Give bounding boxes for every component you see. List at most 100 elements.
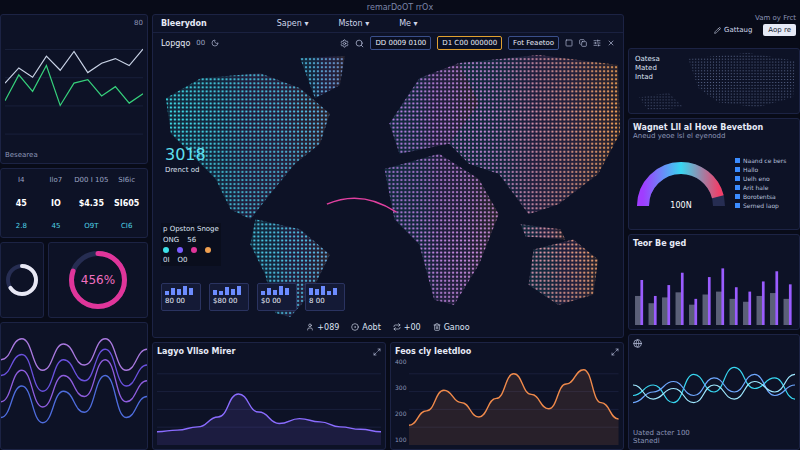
toolbar-field[interactable]: D1 C00 000000 bbox=[437, 36, 502, 50]
toolbar-field[interactable]: DD 0009 0100 bbox=[370, 36, 431, 50]
footer-item[interactable]: Aobt bbox=[351, 323, 380, 332]
line-chart bbox=[5, 27, 143, 151]
map-footer: +089 Aobt +00 Ganoo bbox=[153, 317, 623, 337]
wave-line bbox=[1, 360, 147, 407]
header-button[interactable]: Aop re bbox=[763, 24, 796, 36]
mini-bar-chart bbox=[213, 286, 245, 295]
legend-dot bbox=[163, 247, 169, 253]
bar bbox=[640, 280, 643, 325]
toolbar-badge: 00 bbox=[196, 39, 205, 47]
nav-menu[interactable]: Mston ▾ bbox=[338, 19, 369, 28]
header-caption: Vam oy Frct bbox=[755, 14, 796, 22]
chart-title: Feos cly Ieetdloo bbox=[395, 347, 471, 356]
toolbar: Lopgqo00DD 0009 0100D1 C00 000000Fot Fea… bbox=[153, 33, 623, 53]
chart-row: Lagyo Vllso MirerFeos cly Ieetdloo400300… bbox=[152, 342, 624, 450]
bar bbox=[667, 285, 670, 325]
mini-card[interactable]: $0 00 bbox=[257, 283, 297, 311]
right-header: Vam oy Frct Gattaug Aop re bbox=[628, 14, 800, 44]
footer-icon bbox=[351, 323, 359, 331]
globe-icon[interactable] bbox=[633, 339, 642, 348]
dashboard: remarDoOT rrOx80BeseareaI4452.8Ilo7IO45D… bbox=[0, 0, 800, 450]
sliders-icon[interactable] bbox=[593, 39, 601, 47]
mini-card[interactable]: $80 00 bbox=[209, 283, 249, 311]
expand-icon[interactable] bbox=[611, 348, 619, 356]
toolbar-field[interactable]: Fot Feaetoo bbox=[508, 36, 559, 50]
bar bbox=[662, 297, 668, 325]
y-axis: 400300200100 bbox=[395, 356, 406, 445]
legend-item: Borotentsa bbox=[735, 193, 786, 200]
wave-chart bbox=[633, 348, 795, 429]
mini-bar bbox=[327, 291, 331, 296]
bar bbox=[784, 299, 790, 325]
top-strip: remarDoOT rrOx bbox=[0, 0, 800, 14]
options-stat: ONG bbox=[163, 236, 179, 244]
search-icon[interactable] bbox=[355, 39, 364, 48]
footer-item[interactable]: Ganoo bbox=[433, 323, 470, 332]
footer-item[interactable]: +00 bbox=[393, 323, 421, 332]
legend-item: Arit hale bbox=[735, 184, 786, 191]
mini-bar-chart bbox=[165, 286, 197, 295]
bar bbox=[716, 292, 722, 325]
mini-bar bbox=[321, 286, 325, 295]
right-column: Vam oy Frct Gattaug Aop re OatesaMatedIntad… bbox=[628, 14, 800, 450]
nav-menu[interactable]: Sapen ▾ bbox=[277, 19, 309, 28]
map-label: Oatesa bbox=[635, 55, 660, 63]
options-code: O0 bbox=[178, 256, 188, 264]
nav-menu[interactable]: Me ▾ bbox=[399, 19, 417, 28]
square-icon[interactable] bbox=[565, 39, 573, 47]
mini-bar bbox=[213, 290, 217, 295]
y-tick: 200 bbox=[395, 410, 406, 417]
bar bbox=[730, 299, 736, 325]
bar bbox=[703, 295, 709, 325]
close-icon[interactable] bbox=[607, 39, 615, 47]
mini-bar bbox=[309, 288, 313, 296]
copy-icon[interactable] bbox=[579, 39, 587, 47]
legend-item: Serned laop bbox=[735, 202, 786, 209]
header-button[interactable]: Gattaug bbox=[709, 24, 757, 36]
mini-bar bbox=[273, 290, 277, 295]
mini-card[interactable]: 8 00 bbox=[305, 283, 345, 311]
gear-icon[interactable] bbox=[340, 39, 349, 48]
pencil-icon bbox=[714, 27, 721, 34]
map-label: Intad bbox=[635, 73, 660, 81]
options-code: 0I bbox=[163, 256, 170, 264]
options-stat: 56 bbox=[187, 236, 196, 244]
mini-bar bbox=[267, 288, 271, 295]
chart-line bbox=[409, 370, 619, 426]
mini-bar bbox=[237, 286, 241, 295]
gauge-subtitle: Aneud yeoe lsl el eyenodd bbox=[633, 132, 795, 140]
gauge-legend: Naand ce bersHalloUelh enoArit haleBorot… bbox=[735, 157, 786, 209]
moon-icon[interactable] bbox=[211, 39, 219, 47]
legend-dot bbox=[191, 247, 197, 253]
ring-icon bbox=[6, 264, 38, 296]
wave-panel: Uated acter 100Stanedl bbox=[628, 334, 800, 450]
ring-panel: 456% bbox=[48, 242, 148, 318]
count-block: 3018Drenct od bbox=[165, 145, 206, 174]
y-tick: 300 bbox=[395, 384, 406, 391]
mini-bar-chart bbox=[309, 286, 341, 295]
brand: Bleerydon bbox=[161, 19, 207, 28]
legend-dot bbox=[177, 247, 183, 253]
line-chart-panel: 80Besearea bbox=[0, 14, 148, 164]
bar bbox=[789, 284, 792, 325]
bar-chart bbox=[633, 248, 795, 325]
mini-bar bbox=[171, 288, 175, 296]
wave-line bbox=[633, 367, 795, 402]
mini-card[interactable]: 80 00 bbox=[161, 283, 201, 311]
legend-dot bbox=[205, 247, 211, 253]
stat-cell: D00 I 105$4.35O9T bbox=[74, 173, 108, 233]
bar bbox=[748, 292, 751, 325]
footer-item[interactable]: +089 bbox=[306, 323, 339, 332]
world-map[interactable] bbox=[153, 53, 623, 317]
ring-row: 456% bbox=[0, 242, 148, 318]
expand-icon[interactable] bbox=[373, 348, 381, 356]
ring-icon-panel bbox=[0, 242, 44, 318]
mini-bar bbox=[225, 287, 229, 295]
bar bbox=[689, 305, 695, 325]
bar bbox=[676, 292, 682, 325]
mini-bar bbox=[231, 289, 235, 295]
legend-item: Hallo bbox=[735, 166, 786, 173]
bar bbox=[654, 296, 657, 325]
chart-line bbox=[157, 394, 381, 432]
mini-map-panel: OatesaMatedIntad bbox=[628, 48, 800, 114]
